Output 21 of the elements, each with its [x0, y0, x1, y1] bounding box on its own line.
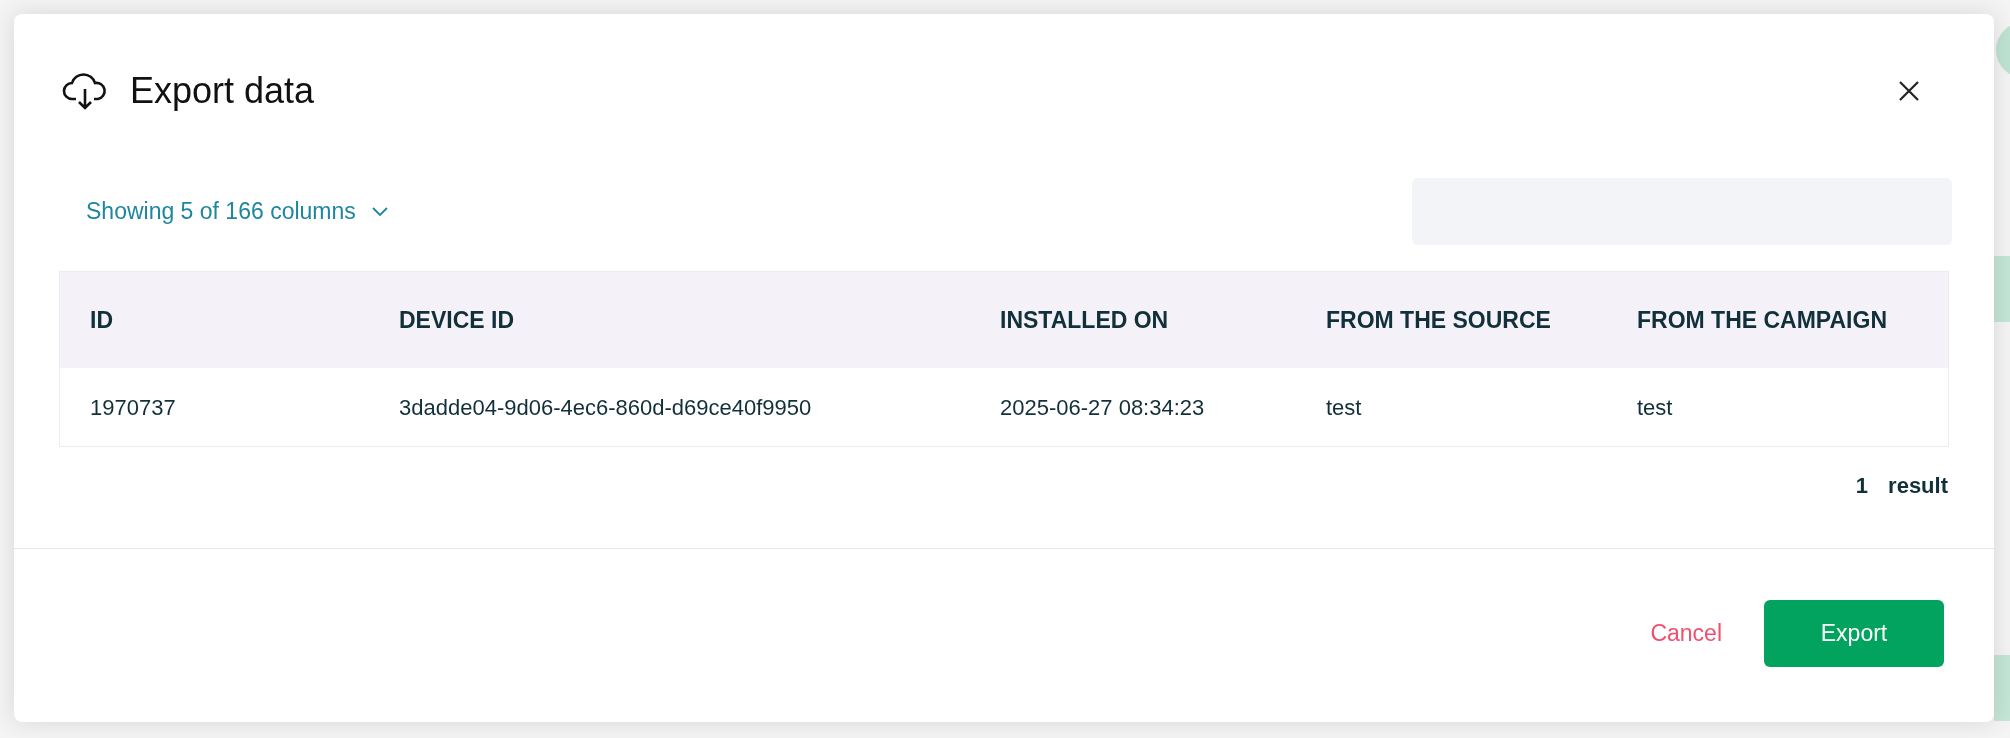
chevron-down-icon [371, 206, 388, 217]
table-cell: 1970737 [90, 394, 176, 420]
column-header: DEVICE ID [399, 306, 515, 333]
export-button[interactable]: Export [1764, 600, 1944, 667]
result-count: 1 [1855, 472, 1869, 500]
column-header: INSTALLED ON [1000, 306, 1169, 333]
column-header: FROM THE SOURCE [1326, 306, 1551, 333]
table-cell: test [1326, 394, 1362, 420]
cancel-button[interactable]: Cancel [1648, 616, 1724, 651]
table-cell: 3dadde04-9d06-4ec6-860d-d69ce40f9950 [399, 394, 812, 420]
result-label: result [1888, 472, 1948, 500]
column-header: ID [90, 306, 113, 333]
tag [1994, 655, 2010, 721]
tag [1994, 256, 2010, 322]
table-cell: 2025-06-27 08:34:23 [1000, 394, 1205, 420]
column-header: FROM THE CAMPAIGN [1637, 306, 1887, 333]
dialog-title: Export data [130, 69, 315, 113]
cloud-download-icon [62, 71, 108, 111]
table-cell: test [1637, 394, 1673, 420]
close-icon [1898, 80, 1920, 102]
columns-dropdown[interactable]: Showing 5 of 166 columns [86, 194, 388, 229]
